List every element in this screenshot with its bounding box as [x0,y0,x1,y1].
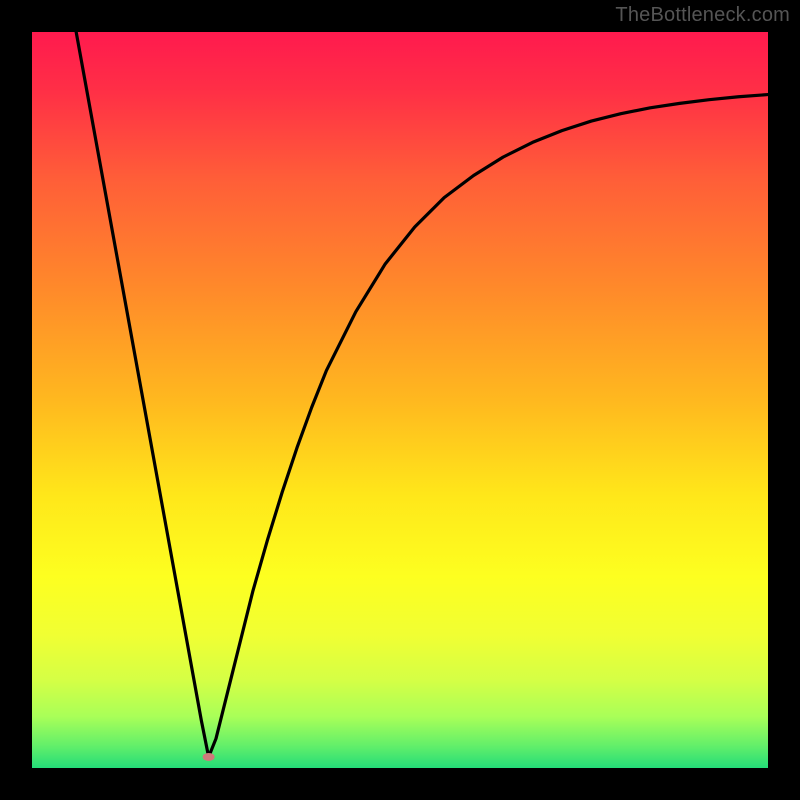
watermark-text: TheBottleneck.com [615,4,790,27]
plot-area [32,32,768,768]
chart-svg [32,32,768,768]
minimum-marker [203,753,215,761]
chart-frame: TheBottleneck.com [0,0,800,800]
